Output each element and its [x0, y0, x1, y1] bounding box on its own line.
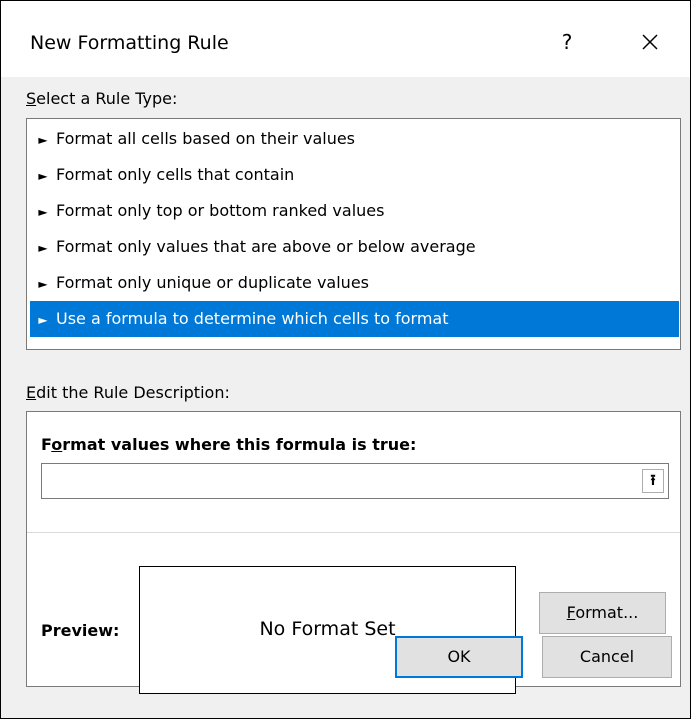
bullet-arrow-icon: ► — [38, 169, 48, 183]
rule-type-item[interactable]: ► Format only cells that contain — [30, 157, 679, 193]
title-bar: New Formatting Rule ? — [1, 1, 690, 77]
format-button[interactable]: Format... — [539, 592, 666, 634]
rule-type-list[interactable]: ► Format all cells based on their values ►… — [26, 118, 681, 350]
rule-type-item-label: Format only values that are above or bel… — [56, 237, 476, 256]
close-button[interactable] — [633, 25, 667, 59]
bullet-arrow-icon: ► — [38, 313, 48, 327]
collapse-arrow-icon: ⭱ — [650, 471, 656, 489]
rule-type-item[interactable]: ► Format all cells based on their values — [30, 121, 679, 157]
rule-type-item[interactable]: ► Format only top or bottom ranked values — [30, 193, 679, 229]
help-button[interactable]: ? — [552, 27, 582, 57]
ok-button[interactable]: OK — [395, 636, 523, 678]
dialog-title: New Formatting Rule — [30, 32, 229, 54]
rule-type-item[interactable]: ► Format only unique or duplicate values — [30, 265, 679, 301]
collapse-dialog-button[interactable]: ⭱ — [642, 469, 664, 493]
close-icon — [642, 34, 658, 50]
bullet-arrow-icon: ► — [38, 241, 48, 255]
rule-type-item[interactable]: ► Format only values that are above or be… — [30, 229, 679, 265]
rule-type-item-label: Use a formula to determine which cells t… — [56, 309, 449, 328]
new-formatting-rule-dialog: New Formatting Rule ? Select a Rule Type… — [0, 0, 691, 719]
preview-label: Preview: — [41, 621, 120, 640]
rule-type-item-label: Format only unique or duplicate values — [56, 273, 369, 292]
rule-type-label: Select a Rule Type: — [26, 89, 178, 108]
rule-type-item[interactable]: ► Use a formula to determine which cells … — [30, 301, 679, 337]
bullet-arrow-icon: ► — [38, 277, 48, 291]
formula-field: ⭱ — [41, 463, 669, 499]
rule-type-item-label: Format only top or bottom ranked values — [56, 201, 385, 220]
rule-description-label: Edit the Rule Description: — [26, 383, 230, 402]
rule-type-item-label: Format all cells based on their values — [56, 129, 356, 148]
formula-label: Format values where this formula is true… — [41, 435, 417, 454]
cancel-button[interactable]: Cancel — [542, 636, 672, 678]
bullet-arrow-icon: ► — [38, 133, 48, 147]
rule-type-item-label: Format only cells that contain — [56, 165, 295, 184]
bullet-arrow-icon: ► — [38, 205, 48, 219]
panel-divider — [27, 532, 680, 533]
formula-input[interactable] — [42, 464, 644, 498]
